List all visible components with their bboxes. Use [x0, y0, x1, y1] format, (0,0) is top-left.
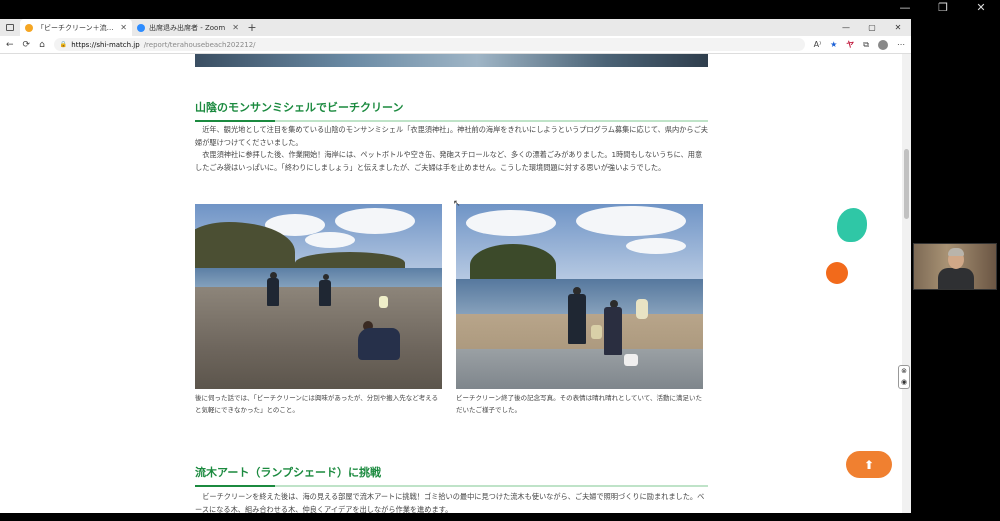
close-button[interactable]: ✕	[885, 23, 911, 32]
browser-window-controls: — ▢ ✕	[833, 19, 911, 36]
page-viewport: 山陰のモンサンミシェルでビーチクリーン 近年、観光地として注目を集めている山陰の…	[0, 54, 902, 513]
section-paragraph: 近年、観光地として注目を集めている山陰のモンサンミシェル「衣毘須神社」。神社前の…	[195, 125, 708, 172]
collections-icon[interactable]: ⧉	[863, 40, 869, 50]
participant-video-thumbnail[interactable]	[913, 243, 997, 290]
home-icon[interactable]: ⌂	[39, 40, 45, 50]
section-paragraph: ビーチクリーンを終えた後は、海の見える部屋で流木アートに挑戦！ゴミ拾いの最中に見…	[195, 492, 705, 513]
tab-close-icon[interactable]: ✕	[232, 23, 239, 32]
zoom-favicon-icon	[137, 23, 145, 32]
hero-image-bottom	[195, 54, 708, 67]
toolbar-actions: A⁾ ★ ヤ ⧉ ⋯	[814, 39, 905, 50]
mouse-cursor-icon: ↖	[453, 199, 461, 209]
stop-share-icon[interactable]: ⊗	[899, 366, 909, 377]
share-status-icon[interactable]: ◉	[899, 377, 909, 388]
minimize-button[interactable]: —	[833, 23, 859, 32]
profile-avatar[interactable]	[878, 39, 888, 50]
section-title-driftwood-art: 流木アート（ランプシェード）に挑戦	[195, 464, 708, 487]
orange-paint-blob	[826, 262, 848, 284]
host-window-controls: — ❐ ✕	[886, 0, 1000, 18]
photo-caption: ビーチクリーン終了後の記念写真。その表情は晴れ晴れとしていて、活動に満足いただい…	[456, 394, 702, 414]
address-bar[interactable]: 🔒 https://shi-match.jp/report/terahouseb…	[53, 38, 805, 51]
zoom-share-controls: ⊗ ◉	[898, 365, 910, 389]
new-tab-button[interactable]: +	[244, 19, 260, 36]
tab-actions-icon[interactable]	[0, 19, 20, 36]
browser-window: 「ビーチクリーン＋流木アート」開催い ✕ 出席退み出席者 - Zoom ✕ + …	[0, 19, 911, 513]
photo-commemorative	[456, 204, 703, 389]
tab-close-icon[interactable]: ✕	[120, 23, 127, 32]
page-scrollbar[interactable]	[902, 54, 911, 513]
extension-icon[interactable]: ヤ	[846, 39, 854, 50]
host-close-button[interactable]: ✕	[962, 0, 1000, 18]
back-to-top-button[interactable]: ⬆	[846, 451, 892, 478]
back-arrow-icon[interactable]: ←	[6, 40, 14, 50]
tab-zoom[interactable]: 出席退み出席者 - Zoom ✕	[132, 19, 244, 36]
maximize-button[interactable]: ▢	[859, 23, 885, 32]
browser-toolbar: ← ⟳ ⌂ 🔒 https://shi-match.jp/report/tera…	[0, 36, 911, 54]
screen: — ❐ ✕ 「ビーチクリーン＋流木アート」開催い ✕ 出席退み出席者 - Zoo…	[0, 0, 1000, 521]
lock-icon: 🔒	[59, 41, 68, 48]
host-restore-button[interactable]: ❐	[924, 0, 962, 18]
url-host: https://shi-match.jp	[71, 40, 140, 49]
favorite-star-icon[interactable]: ★	[830, 40, 837, 49]
tab-title: 出席退み出席者 - Zoom	[149, 23, 226, 32]
photo-caption: 後に伺った話では、「ビーチクリーンには興味があったが、分別や搬入先など考えると気…	[195, 394, 439, 414]
refresh-icon[interactable]: ⟳	[23, 40, 31, 50]
read-aloud-icon[interactable]: A⁾	[814, 40, 821, 49]
tab-beach-clean[interactable]: 「ビーチクリーン＋流木アート」開催い ✕	[20, 19, 132, 36]
tab-title: 「ビーチクリーン＋流木アート」開催い	[37, 23, 116, 32]
section-title-beach-clean: 山陰のモンサンミシェルでビーチクリーン	[195, 99, 708, 122]
tab-bar: 「ビーチクリーン＋流木アート」開催い ✕ 出席退み出席者 - Zoom ✕ + …	[0, 19, 911, 36]
url-path: /report/terahousebeach202212/	[143, 40, 256, 49]
more-menu-icon[interactable]: ⋯	[897, 40, 905, 49]
site-favicon-icon	[25, 23, 33, 32]
host-minimize-button[interactable]: —	[886, 0, 924, 18]
photo-beach-cleaning	[195, 204, 442, 389]
teal-paint-blob	[837, 208, 867, 242]
